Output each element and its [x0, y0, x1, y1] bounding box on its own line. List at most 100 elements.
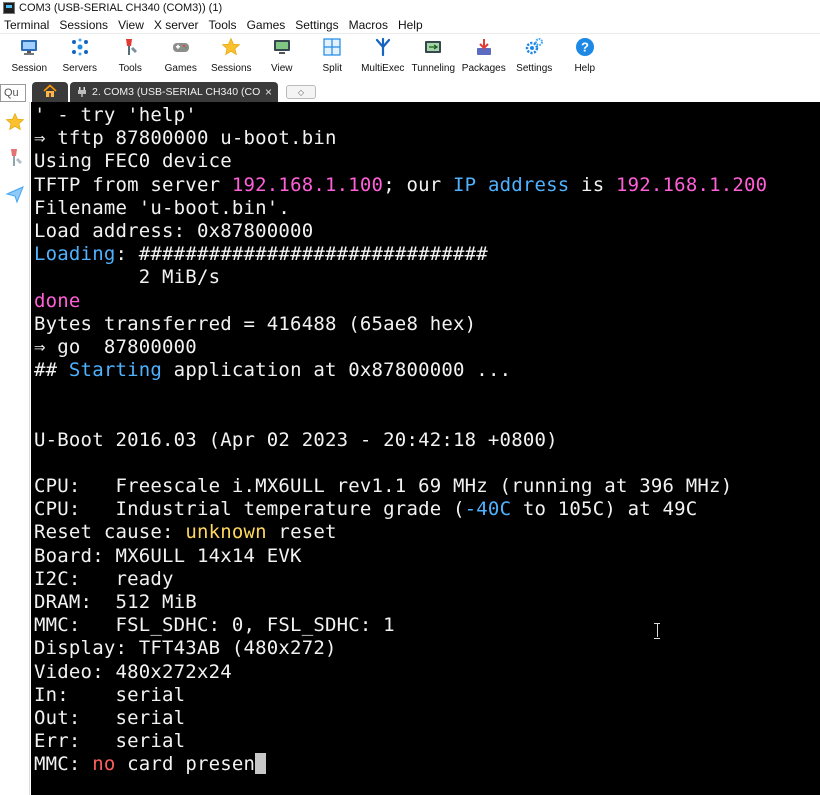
servers-button-label: Servers: [62, 63, 97, 74]
terminal-text-segment: Display: TFT43AB (480x272): [34, 637, 337, 660]
quick-connect-input[interactable]: Qu: [0, 84, 26, 102]
terminal-line: Load address: 0x87800000: [34, 220, 820, 243]
terminal-line: Err: serial: [34, 730, 820, 753]
terminal-line: In: serial: [34, 684, 820, 707]
menu-games[interactable]: Games: [242, 18, 291, 32]
menu-tools[interactable]: Tools: [204, 18, 242, 32]
terminal-line: ⇒ go 87800000: [34, 336, 820, 359]
sidebar-send-button[interactable]: [4, 184, 26, 206]
menu-macros[interactable]: Macros: [344, 18, 393, 32]
terminal-text-segment: MMC:: [34, 753, 93, 776]
split-button[interactable]: Split: [307, 34, 358, 78]
terminal-line: TFTP from server 192.168.1.100; our IP a…: [34, 174, 820, 197]
main-toolbar: Session Servers Tools Games Sessions Vie…: [0, 34, 820, 80]
terminal-text-segment: Loading: [34, 243, 116, 266]
terminal-line: Using FEC0 device: [34, 150, 820, 173]
tab-close-icon[interactable]: ×: [265, 85, 272, 99]
sessions-button-label: Sessions: [210, 63, 252, 74]
tunneling-button[interactable]: Tunneling: [408, 34, 459, 78]
help-button-label: Help: [574, 63, 596, 74]
tools-icon: [5, 147, 25, 172]
new-tab-icon: ◇: [297, 87, 305, 97]
tunneling-icon: [423, 37, 443, 57]
tools-button[interactable]: Tools: [105, 34, 156, 78]
help-button[interactable]: ? Help: [560, 34, 611, 78]
terminal-output[interactable]: ' - try 'help' ⇒ tftp 87800000 u-boot.bin…: [31, 102, 820, 795]
terminal-text-segment: Load address: 0x87800000: [34, 219, 314, 242]
terminal-line: CPU: Industrial temperature grade (-40C …: [34, 498, 820, 521]
menu-x-server[interactable]: X server: [149, 18, 204, 32]
games-button-label: Games: [164, 63, 197, 74]
terminal-text-segment: application at 0x87800000 ...: [162, 359, 512, 382]
terminal-line: Out: serial: [34, 707, 820, 730]
title-bar: COM3 (USB-SERIAL CH340 (COM3)) (1): [0, 0, 820, 16]
terminal-line: Filename 'u-boot.bin'.: [34, 197, 820, 220]
svg-text:?: ?: [581, 40, 589, 55]
terminal-text-segment: to 105C) at 49C: [511, 498, 698, 521]
terminal-text-segment: In: serial: [34, 683, 186, 706]
view-monitor-icon: [272, 37, 292, 57]
session-button-label: Session: [11, 63, 48, 74]
terminal-text-segment: Video: 480x272x24: [34, 660, 232, 683]
tab-home[interactable]: [32, 82, 68, 102]
packages-download-icon: [474, 37, 494, 57]
menu-view[interactable]: View: [113, 18, 149, 32]
sidebar-tools-button[interactable]: [4, 148, 26, 170]
packages-button-label: Packages: [461, 63, 506, 74]
new-tab-button[interactable]: ◇: [286, 85, 316, 99]
terminal-text-cursor: [255, 753, 267, 775]
view-button[interactable]: View: [257, 34, 308, 78]
games-button[interactable]: Games: [156, 34, 207, 78]
multiexec-button-label: MultiExec: [361, 63, 405, 74]
session-button[interactable]: Session: [4, 34, 55, 78]
terminal-line: MMC: no card presen: [34, 753, 820, 776]
settings-button[interactable]: Settings: [509, 34, 560, 78]
gears-icon: [524, 37, 544, 57]
terminal-line: CPU: Freescale i.MX6ULL rev1.1 69 MHz (r…: [34, 475, 820, 498]
terminal-text-segment: -40C: [464, 498, 512, 521]
terminal-text-segment: CPU: Industrial temperature grade (: [34, 498, 465, 521]
star-icon: [221, 37, 241, 57]
menu-help[interactable]: Help: [393, 18, 428, 32]
packages-button[interactable]: Packages: [459, 34, 510, 78]
tunneling-button-label: Tunneling: [411, 63, 456, 74]
terminal-text-segment: no: [92, 753, 116, 776]
terminal-line: U-Boot 2016.03 (Apr 02 2023 - 20:42:18 +…: [34, 429, 820, 452]
sidebar-sessions-button[interactable]: [4, 112, 26, 134]
multiexec-button[interactable]: MultiExec: [358, 34, 409, 78]
menu-settings[interactable]: Settings: [290, 18, 343, 32]
terminal-line: MMC: FSL_SDHC: 0, FSL_SDHC: 1: [34, 614, 820, 637]
menu-sessions[interactable]: Sessions: [54, 18, 113, 32]
terminal-text-segment: DRAM: 512 MiB: [34, 590, 197, 613]
terminal-text-segment: Reset cause:: [34, 521, 186, 544]
terminal-text-segment: 192.168.1.200: [615, 173, 768, 196]
terminal-text-segment: I2C: ready: [34, 567, 174, 590]
terminal-text-segment: MMC: FSL_SDHC: 0, FSL_SDHC: 1: [34, 614, 395, 637]
monitor-session-icon: [19, 37, 39, 57]
terminal-line: Board: MX6ULL 14x14 EVK: [34, 545, 820, 568]
terminal-text-segment: TFTP from server: [34, 173, 232, 196]
tab-com3-label: 2. COM3 (USB-SERIAL CH340 (CO: [92, 86, 261, 98]
terminal-text-segment: unknown: [185, 521, 267, 544]
serial-plug-icon: [76, 85, 88, 100]
multiexec-fork-icon: [373, 37, 393, 57]
servers-button[interactable]: Servers: [55, 34, 106, 78]
terminal-text-segment: ##: [34, 359, 69, 382]
mobaxterm-app-icon: [3, 2, 15, 14]
terminal-line: ' - try 'help': [34, 104, 820, 127]
tab-com3-session[interactable]: 2. COM3 (USB-SERIAL CH340 (CO ×: [70, 82, 278, 102]
sessions-button[interactable]: Sessions: [206, 34, 257, 78]
terminal-text-segment: Using FEC0 device: [34, 150, 232, 173]
terminal-line: 2 MiB/s: [34, 266, 820, 289]
mouse-ibeam-cursor: [654, 623, 660, 639]
terminal-text-segment: : ##############################: [115, 243, 488, 266]
home-icon: [43, 83, 57, 101]
terminal-line: ⇒ tftp 87800000 u-boot.bin: [34, 127, 820, 150]
terminal-text-segment: Filename 'u-boot.bin'.: [34, 196, 291, 219]
servers-network-icon: [70, 37, 90, 57]
terminal-text-segment: 2 MiB/s: [34, 266, 221, 289]
menu-terminal[interactable]: Terminal: [0, 18, 54, 32]
